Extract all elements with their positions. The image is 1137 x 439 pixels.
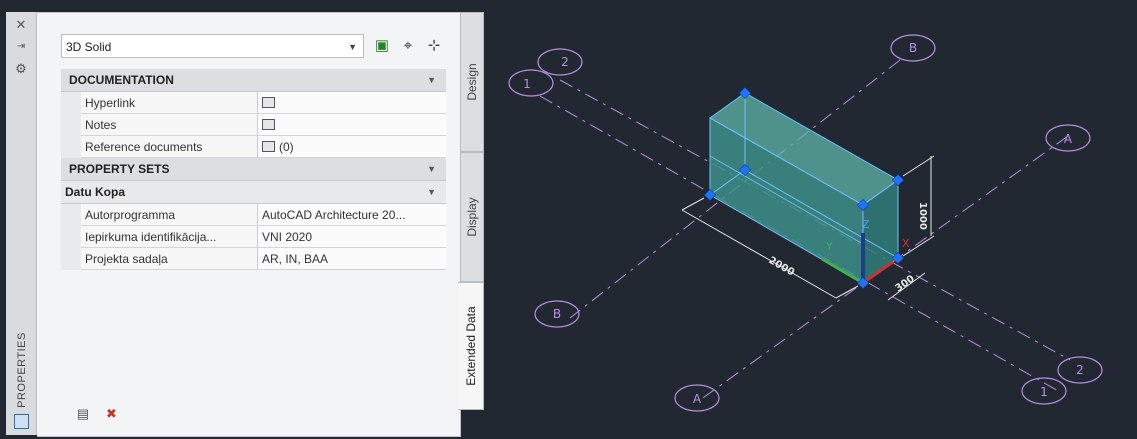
pick-add-icon[interactable]: ⌖ (397, 35, 419, 57)
reference-documents-icon[interactable] (262, 141, 275, 152)
palette-options-icon[interactable] (14, 414, 29, 429)
property-value[interactable] (258, 114, 446, 136)
property-value[interactable]: AutoCAD Architecture 20... (258, 204, 446, 226)
svg-text:B: B (909, 41, 917, 55)
property-row[interactable]: Hyperlink (61, 92, 446, 114)
autohide-icon[interactable]: ⇥ (12, 40, 30, 54)
properties-panel: 3D Solid ▼ ▣ ⌖ ⊹ DOCUMENTATION ▼ Hyperlin… (37, 12, 461, 437)
hyperlink-dialog-icon[interactable] (262, 97, 275, 108)
svg-text:A: A (1064, 132, 1073, 146)
property-set-datu-kopa[interactable]: Datu Kopa ▼ (61, 181, 446, 204)
chevron-down-icon: ▼ (427, 164, 436, 174)
tab-extended-data[interactable]: Extended Data (458, 282, 484, 410)
svg-text:1000: 1000 (917, 202, 928, 230)
palette-title: PROPERTIES (16, 332, 28, 408)
gear-icon[interactable]: ⚙ (12, 62, 30, 76)
tab-design[interactable]: Design (460, 12, 484, 152)
3d-solid[interactable] (709, 92, 899, 284)
property-name: Iepirkuma identifikācija... (81, 226, 258, 248)
properties-palette: ✕ ⇥ ⚙ PROPERTIES 3D Solid ▼ ▣ ⌖ ⊹ DOCUME… (6, 12, 484, 437)
property-name: Reference documents (81, 136, 258, 158)
svg-text:2: 2 (561, 55, 569, 69)
svg-text:B: B (553, 307, 561, 321)
svg-text:X: X (902, 237, 910, 250)
palette-tabs: Design Display Extended Data (458, 12, 484, 435)
property-value[interactable]: AR, IN, BAA (258, 248, 446, 270)
property-name: Projekta sadaļa (81, 248, 258, 270)
svg-text:1: 1 (523, 77, 531, 91)
svg-text:2000: 2000 (767, 255, 797, 278)
chevron-down-icon: ▼ (348, 42, 357, 52)
chevron-down-icon: ▼ (427, 187, 436, 197)
object-type-selector[interactable]: 3D Solid ▼ (61, 34, 364, 58)
property-grid: DOCUMENTATION ▼ Hyperlink Notes Reference… (61, 69, 446, 270)
chevron-down-icon: ▼ (427, 75, 436, 85)
close-icon[interactable]: ✕ (12, 18, 30, 32)
tab-display[interactable]: Display (460, 152, 484, 282)
property-row[interactable]: Autorprogramma AutoCAD Architecture 20..… (61, 204, 446, 226)
svg-text:Y: Y (825, 240, 833, 253)
select-objects-icon[interactable]: ⊹ (423, 35, 445, 57)
svg-text:300: 300 (893, 273, 916, 294)
category-property-sets[interactable]: PROPERTY SETS ▼ (61, 158, 446, 181)
remove-property-set-icon[interactable]: ✖ (103, 407, 119, 421)
svg-text:2: 2 (1076, 363, 1084, 377)
svg-text:1: 1 (1040, 385, 1048, 399)
property-name: Notes (81, 114, 258, 136)
category-documentation[interactable]: DOCUMENTATION ▼ (61, 69, 446, 92)
property-name: Autorprogramma (81, 204, 258, 226)
svg-text:Z: Z (862, 218, 870, 231)
svg-text:A: A (693, 392, 702, 406)
notes-dialog-icon[interactable] (262, 119, 275, 130)
property-row[interactable]: Projekta sadaļa AR, IN, BAA (61, 248, 446, 270)
property-name: Hyperlink (81, 92, 258, 114)
palette-titlebar[interactable]: ✕ ⇥ ⚙ PROPERTIES (6, 12, 37, 435)
add-property-set-icon[interactable]: ▤ (75, 407, 91, 421)
property-set-toolbar: ▤ ✖ (75, 405, 127, 423)
property-value[interactable] (258, 92, 446, 114)
property-row[interactable]: Reference documents (0) (61, 136, 446, 158)
property-value[interactable]: VNI 2020 (258, 226, 446, 248)
object-type-value: 3D Solid (66, 40, 112, 54)
quick-select-icon[interactable]: ▣ (371, 35, 393, 57)
property-row[interactable]: Iepirkuma identifikācija... VNI 2020 (61, 226, 446, 248)
property-row[interactable]: Notes (61, 114, 446, 136)
property-value[interactable]: (0) (258, 136, 446, 158)
